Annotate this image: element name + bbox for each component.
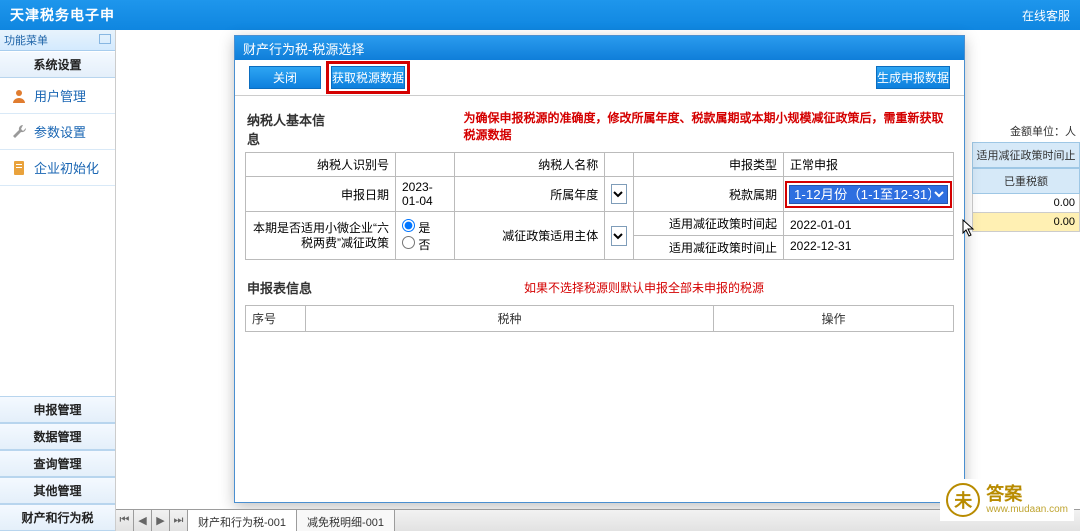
sidebar-bottom-data[interactable]: 数据管理 [0, 423, 115, 450]
taxpayer-id-label: 纳税人识别号 [246, 153, 396, 177]
right-col-header: 适用减征政策时间止 [972, 142, 1080, 168]
watermark-cn: 答案 [986, 485, 1068, 505]
taxpayer-name-label: 纳税人名称 [455, 153, 605, 177]
period-label: 税款属期 [634, 177, 784, 212]
taxpayer-name-value [605, 153, 634, 177]
right-summary-strip: 金额单位：人 适用减征政策时间止 已重税额 0.00 0.00 [972, 120, 1080, 232]
online-service-link[interactable]: 在线客服 [1022, 7, 1070, 24]
modal-title: 财产行为税-税源选择 [235, 36, 964, 60]
period-cell: 1-12月份（1-1至12-31） [784, 177, 954, 212]
reduction-body-select[interactable] [611, 226, 627, 246]
user-icon [10, 87, 28, 105]
sidebar-bottom-property[interactable]: 财产和行为税 [0, 504, 115, 531]
declare-date-value: 2023-01-04 [396, 177, 455, 212]
declare-list-note: 如果不选择税源则默认申报全部未申报的税源 [524, 279, 764, 296]
right-sub-header: 已重税额 [972, 168, 1080, 194]
sidebar-bottom-query[interactable]: 查询管理 [0, 450, 115, 477]
reduction-body-cell [605, 212, 634, 260]
taxpayer-form: 纳税人识别号 纳税人名称 申报类型 正常申报 申报日期 2023-01-04 所… [245, 152, 954, 260]
policy-start-value: 2022-01-01 [784, 215, 953, 236]
small-biz-label: 本期是否适用小微企业“六税两费”减征政策 [246, 212, 396, 260]
sidebar-item-label: 参数设置 [34, 122, 86, 141]
wrench-icon [10, 123, 28, 141]
right-row: 0.00 [972, 194, 1080, 213]
policy-end-label: 适用减征政策时间止 [634, 236, 783, 259]
watermark-en: www.mudaan.com [986, 504, 1068, 515]
col-seq: 序号 [246, 306, 306, 332]
small-biz-radio-cell: 是 否 [396, 212, 455, 260]
sheet-nav-prev[interactable]: ◀ [134, 510, 152, 531]
sidebar-bottom-declare[interactable]: 申报管理 [0, 396, 115, 423]
col-action: 操作 [714, 306, 954, 332]
app-title: 天津税务电子申 [10, 5, 115, 25]
sidebar-item-label: 企业初始化 [34, 158, 99, 177]
close-button[interactable]: 关闭 [249, 66, 321, 89]
policy-dates-values: 2022-01-01 2022-12-31 [784, 212, 954, 260]
sheet-nav-next[interactable]: ▶ [152, 510, 170, 531]
sidebar-item-params[interactable]: 参数设置 [0, 114, 115, 150]
modal-toolbar: 关闭 获取税源数据 生成申报数据 [235, 60, 964, 96]
declare-type-label: 申报类型 [634, 153, 784, 177]
year-select[interactable]: 2022 [611, 184, 627, 204]
right-row: 0.00 [972, 213, 1080, 232]
reduction-body-label: 减征政策适用主体 [455, 212, 605, 260]
sidebar-item-init[interactable]: 企业初始化 [0, 150, 115, 186]
sheet-tab-bar: ⏮ ◀ ▶ ⏭ 财产和行为税-001 减免税明细-001 [116, 509, 1080, 531]
main-area: 金额单位：人 适用减征政策时间止 已重税额 0.00 0.00 财产行为税-税源… [116, 30, 1080, 531]
policy-dates-labels: 适用减征政策时间起 适用减征政策时间止 [634, 212, 784, 260]
sheet-tab-2[interactable]: 减免税明细-001 [297, 510, 395, 531]
year-cell: 2022 [605, 177, 634, 212]
amount-unit-label: 金额单位：人 [972, 120, 1080, 142]
modal-body: 纳税人基本信息 为确保申报税源的准确度，修改所属年度、税款属期或本期小规模减征政… [235, 96, 964, 502]
cursor-icon [962, 219, 964, 239]
taxpayer-info-title: 纳税人基本信息 [245, 106, 334, 152]
taxpayer-id-value [396, 153, 455, 177]
taxpayer-info-warning: 为确保申报税源的准确度，修改所属年度、税款属期或本期小规模减征政策后，需重新获取… [444, 109, 954, 149]
year-label: 所属年度 [455, 177, 605, 212]
declare-list-table: 序号 税种 操作 [245, 305, 954, 332]
generate-declare-button[interactable]: 生成申报数据 [876, 66, 950, 89]
tax-source-modal: 财产行为税-税源选择 关闭 获取税源数据 生成申报数据 纳税人基本信息 为确保申… [234, 35, 965, 503]
highlight-box-fetch [326, 61, 410, 94]
highlight-box-period: 1-12月份（1-1至12-31） [785, 181, 952, 208]
sheet-nav-last[interactable]: ⏭ [170, 510, 188, 531]
sheet-tab-1[interactable]: 财产和行为税-001 [188, 510, 297, 531]
sheet-nav-first[interactable]: ⏮ [116, 510, 134, 531]
sidebar-item-label: 用户管理 [34, 86, 86, 105]
sidebar-bottom-other[interactable]: 其他管理 [0, 477, 115, 504]
period-select[interactable]: 1-12月份（1-1至12-31） [789, 185, 948, 204]
sidebar: 功能菜单 系统设置 用户管理 参数设置 企业初始化 申报管理 数据管理 查询管理… [0, 30, 116, 531]
app-topbar: 天津税务电子申 在线客服 [0, 0, 1080, 30]
watermark-icon: 未 [946, 483, 980, 517]
col-tax-type: 税种 [306, 306, 714, 332]
declare-type-value: 正常申报 [784, 153, 954, 177]
watermark: 未 答案 www.mudaan.com [940, 479, 1074, 521]
radio-yes[interactable]: 是 [402, 221, 430, 235]
doc-icon [10, 159, 28, 177]
sidebar-item-user-mgmt[interactable]: 用户管理 [0, 78, 115, 114]
sidebar-menu-header: 功能菜单 [0, 30, 115, 51]
policy-end-value: 2022-12-31 [784, 236, 953, 256]
radio-no[interactable]: 否 [402, 238, 430, 252]
policy-start-label: 适用减征政策时间起 [634, 212, 783, 236]
sidebar-section-system[interactable]: 系统设置 [0, 51, 115, 78]
declare-list-title: 申报表信息 [245, 274, 314, 301]
declare-date-label: 申报日期 [246, 177, 396, 212]
